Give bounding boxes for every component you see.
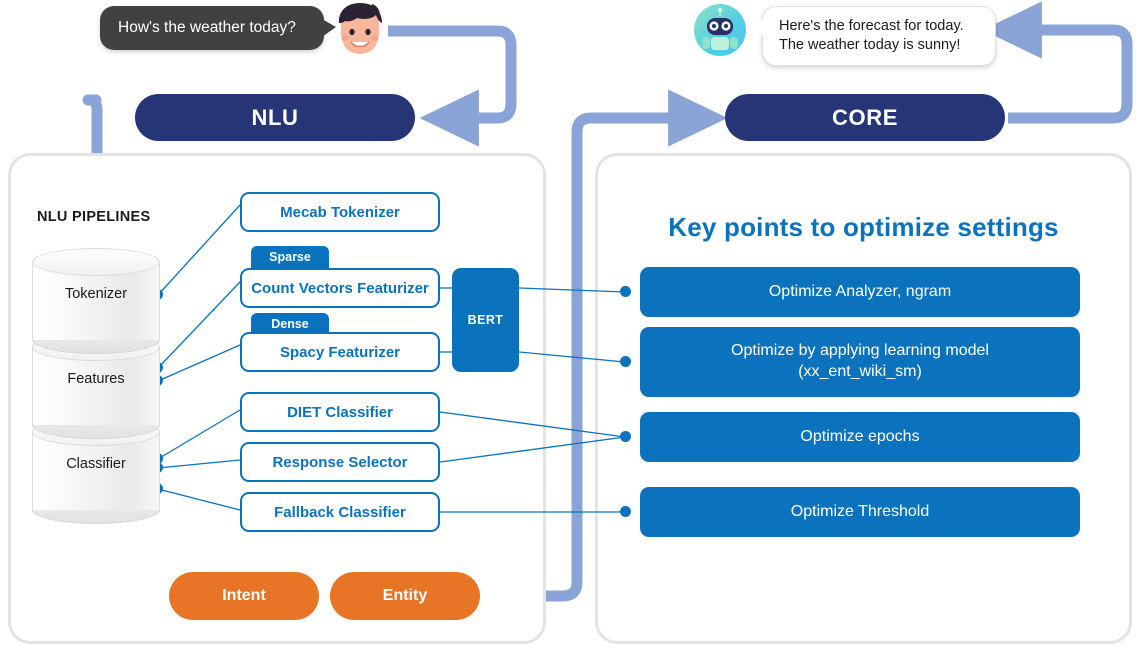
component-box-mecab-tokenizer[interactable]: Mecab Tokenizer (240, 192, 440, 232)
cylinder-tokenizer: Tokenizer (32, 248, 160, 354)
connector-dot (620, 286, 631, 297)
output-pill-intent[interactable]: Intent (169, 572, 319, 620)
component-box-response-selector[interactable]: Response Selector (240, 442, 440, 482)
bert-box[interactable]: BERT (452, 268, 519, 372)
key-point-item-1[interactable]: Optimize Analyzer, ngram (640, 267, 1080, 317)
connector-dot (620, 506, 631, 517)
bot-avatar-icon (694, 4, 746, 56)
tag-sparse: Sparse (251, 246, 329, 268)
nlu-header-pill[interactable]: NLU (135, 94, 415, 141)
connector-dot (620, 356, 631, 367)
cylinder-label: Classifier (66, 456, 126, 472)
core-header-pill[interactable]: CORE (725, 94, 1005, 141)
key-points-title: Key points to optimize settings (668, 212, 1059, 242)
user-avatar-icon (338, 3, 382, 54)
diagram-canvas: How's the weather today? Here's the fore… (0, 0, 1140, 652)
bot-speech-bubble: Here's the forecast for today. The weath… (751, 6, 996, 66)
output-pill-entity[interactable]: Entity (330, 572, 480, 620)
user-speech-bubble: How's the weather today? (100, 6, 336, 50)
cylinder-top (32, 248, 160, 276)
cylinder-label: Features (67, 371, 125, 387)
key-point-item-2[interactable]: Optimize by applying learning model (xx_… (640, 327, 1080, 397)
key-point-item-4[interactable]: Optimize Threshold (640, 487, 1080, 537)
component-box-count-vectors-featurizer[interactable]: Count Vectors Featurizer (240, 268, 440, 308)
component-box-diet-classifier[interactable]: DIET Classifier (240, 392, 440, 432)
component-box-fallback-classifier[interactable]: Fallback Classifier (240, 492, 440, 532)
component-box-spacy-featurizer[interactable]: Spacy Featurizer (240, 332, 440, 372)
connector-dot (620, 431, 631, 442)
nlu-pipelines-label: NLU PIPELINES (37, 209, 151, 225)
key-point-item-3[interactable]: Optimize epochs (640, 412, 1080, 462)
cylinder-label: Tokenizer (64, 286, 128, 302)
pipeline-cylinder-stack: Classifier Features Tokenizer (32, 248, 160, 524)
